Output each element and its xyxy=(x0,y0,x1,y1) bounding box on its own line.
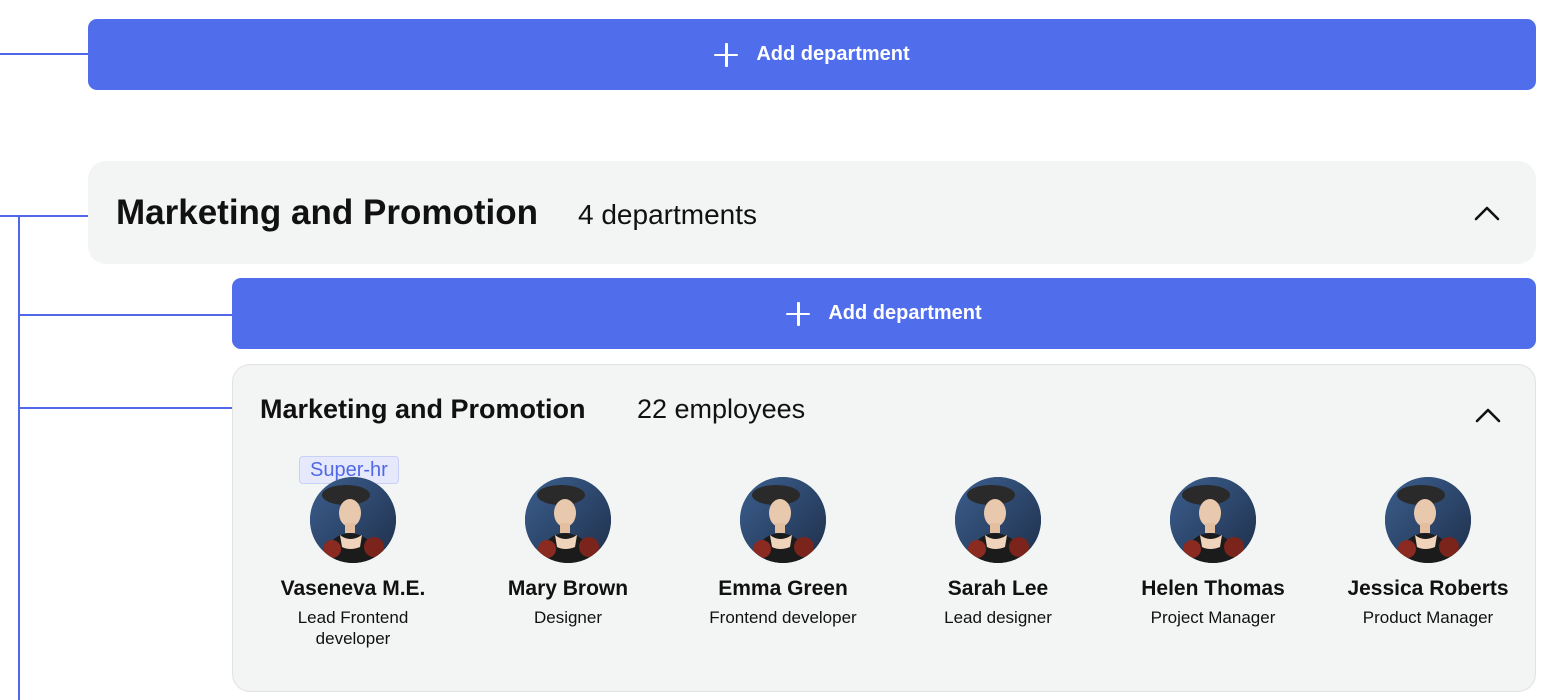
employee-count: 22 employees xyxy=(637,394,806,424)
employee-role: Lead Frontend developer xyxy=(297,608,409,648)
avatar xyxy=(310,477,396,563)
add-subdepartment-button[interactable]: Add department xyxy=(232,278,1536,349)
employee-card[interactable]: Jessica Roberts Product Manager xyxy=(1328,477,1528,628)
department-title: Marketing and Promotion xyxy=(116,193,538,232)
employee-card[interactable]: Emma Green Frontend developer xyxy=(683,477,883,628)
employee-role: Designer xyxy=(533,608,603,627)
chevron-up-icon[interactable] xyxy=(1473,405,1503,425)
employee-card[interactable]: Helen Thomas Project Manager xyxy=(1113,477,1313,628)
department-title: Marketing and Promotion xyxy=(260,394,586,424)
employee-role: Product Manager xyxy=(1362,608,1494,627)
connector-trunk xyxy=(18,215,20,700)
employee-card[interactable]: Mary Brown Designer xyxy=(468,477,668,628)
employee-role: Lead designer xyxy=(944,608,1052,627)
add-department-label: Add department xyxy=(828,302,982,324)
connector-child-dept xyxy=(18,407,232,409)
avatar xyxy=(740,477,826,563)
employee-name: Jessica Roberts xyxy=(1347,577,1509,600)
avatar xyxy=(1385,477,1471,563)
add-department-label: Add department xyxy=(756,43,910,65)
plus-icon xyxy=(786,301,811,326)
employee-card[interactable]: Sarah Lee Lead designer xyxy=(898,477,1098,628)
employee-card[interactable]: Vaseneva M.E. Lead Frontend developer xyxy=(253,477,453,649)
chevron-up-icon[interactable] xyxy=(1472,203,1502,223)
connector-parent xyxy=(0,215,88,217)
employee-name: Emma Green xyxy=(718,577,848,600)
employee-role: Project Manager xyxy=(1150,608,1276,627)
connector-top xyxy=(0,53,88,55)
connector-child-add xyxy=(18,314,232,316)
department-card-parent[interactable]: Marketing and Promotion 4 departments xyxy=(88,161,1536,264)
add-department-button[interactable]: Add department xyxy=(88,19,1536,90)
plus-icon xyxy=(714,42,739,67)
avatar xyxy=(525,477,611,563)
employee-name: Mary Brown xyxy=(507,577,629,600)
employee-name: Helen Thomas xyxy=(1141,577,1285,600)
department-count: 4 departments xyxy=(578,199,757,230)
employee-name: Vaseneva M.E. xyxy=(280,577,426,600)
avatar xyxy=(955,477,1041,563)
employee-role: Frontend developer xyxy=(709,608,857,627)
avatar xyxy=(1170,477,1256,563)
employee-name: Sarah Lee xyxy=(947,577,1049,600)
